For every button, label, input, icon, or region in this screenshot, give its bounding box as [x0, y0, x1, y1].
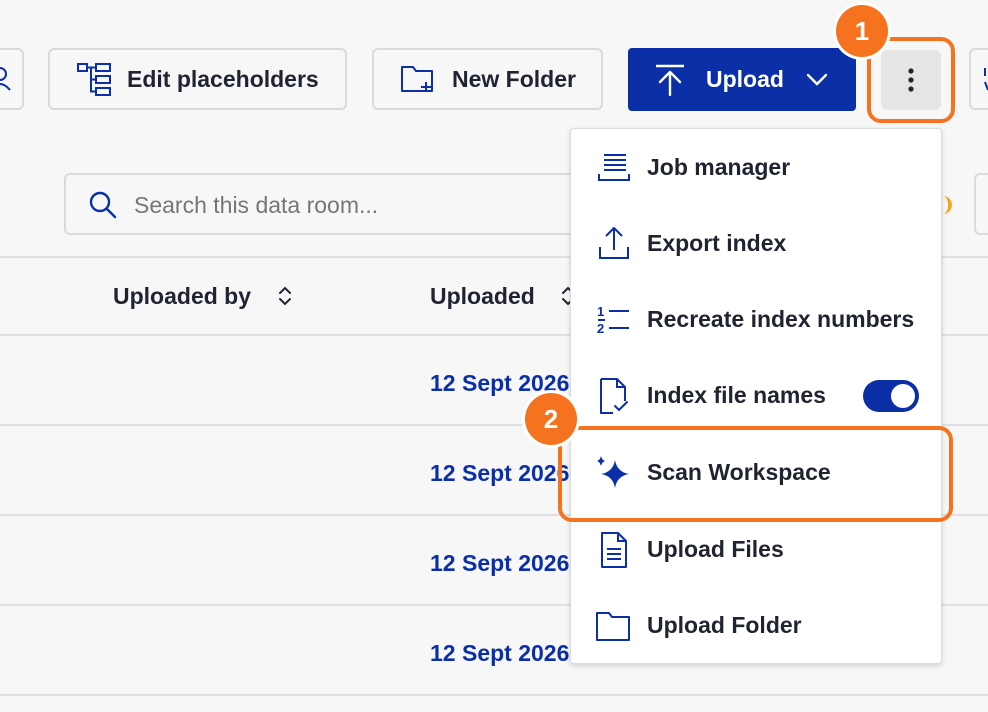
menu-item-export-index[interactable]: Export index — [571, 206, 941, 282]
sort-icon[interactable] — [278, 285, 292, 307]
file-icon — [601, 532, 627, 568]
job-manager-icon — [598, 154, 630, 181]
partial-icon — [984, 68, 988, 91]
menu-item-label: Recreate index numbers — [647, 306, 915, 332]
folder-icon — [596, 612, 630, 641]
upload-icon — [656, 64, 684, 96]
menu-item-recreate-index-numbers[interactable]: 1 2 Recreate index numbers — [571, 282, 941, 358]
user-icon — [0, 67, 11, 91]
numbered-list-icon: 1 2 — [597, 304, 629, 336]
chevron-down-icon — [806, 73, 828, 86]
menu-item-upload-files[interactable]: Upload Files — [571, 512, 941, 588]
edit-placeholders-button[interactable]: Edit placeholders — [48, 48, 347, 110]
more-options-button[interactable] — [881, 50, 941, 110]
menu-item-label: Job manager — [647, 154, 791, 180]
upload-label: Upload — [706, 66, 784, 92]
row-divider — [0, 694, 988, 696]
folder-add-icon — [401, 66, 433, 92]
export-icon — [599, 227, 629, 259]
step2-highlight — [558, 426, 953, 522]
menu-item-label: Upload Folder — [647, 612, 802, 638]
file-check-icon — [600, 378, 628, 414]
new-folder-button[interactable]: New Folder — [372, 48, 603, 110]
partial-right-button[interactable] — [969, 48, 988, 110]
tree-structure-icon — [77, 63, 111, 96]
step1-badge: 1 — [836, 5, 888, 57]
search-input[interactable] — [132, 188, 576, 222]
toggle-knob — [891, 384, 915, 408]
uploaded-date: 12 Sept 2026 — [430, 550, 570, 576]
kebab-menu-icon — [908, 68, 914, 92]
partial-right-panel — [974, 173, 988, 235]
menu-item-label: Export index — [647, 230, 787, 256]
search-icon — [89, 191, 117, 219]
menu-item-label: Index file names — [647, 382, 826, 408]
new-folder-label: New Folder — [452, 65, 576, 92]
upload-button[interactable]: Upload — [628, 48, 856, 111]
svg-text:2: 2 — [597, 321, 604, 336]
partial-left-button[interactable] — [0, 48, 24, 110]
menu-item-label: Upload Files — [647, 536, 784, 562]
more-options-menu: Job manager Export index 1 2 Recreate in… — [570, 128, 942, 664]
column-header-uploaded[interactable]: Uploaded — [430, 283, 574, 310]
uploaded-date: 12 Sept 2026 — [430, 460, 570, 486]
column-header-uploaded-by[interactable]: Uploaded by — [113, 283, 291, 310]
svg-text:1: 1 — [597, 304, 604, 319]
menu-item-upload-folder[interactable]: Upload Folder — [571, 588, 941, 664]
menu-item-index-file-names[interactable]: Index file names — [571, 358, 941, 434]
menu-item-job-manager[interactable]: Job manager — [571, 130, 941, 206]
search-box[interactable] — [64, 173, 624, 235]
step2-badge: 2 — [525, 393, 577, 445]
index-file-names-toggle[interactable] — [863, 380, 919, 412]
edit-placeholders-label: Edit placeholders — [127, 65, 319, 92]
uploaded-date: 12 Sept 2026 — [430, 640, 570, 666]
